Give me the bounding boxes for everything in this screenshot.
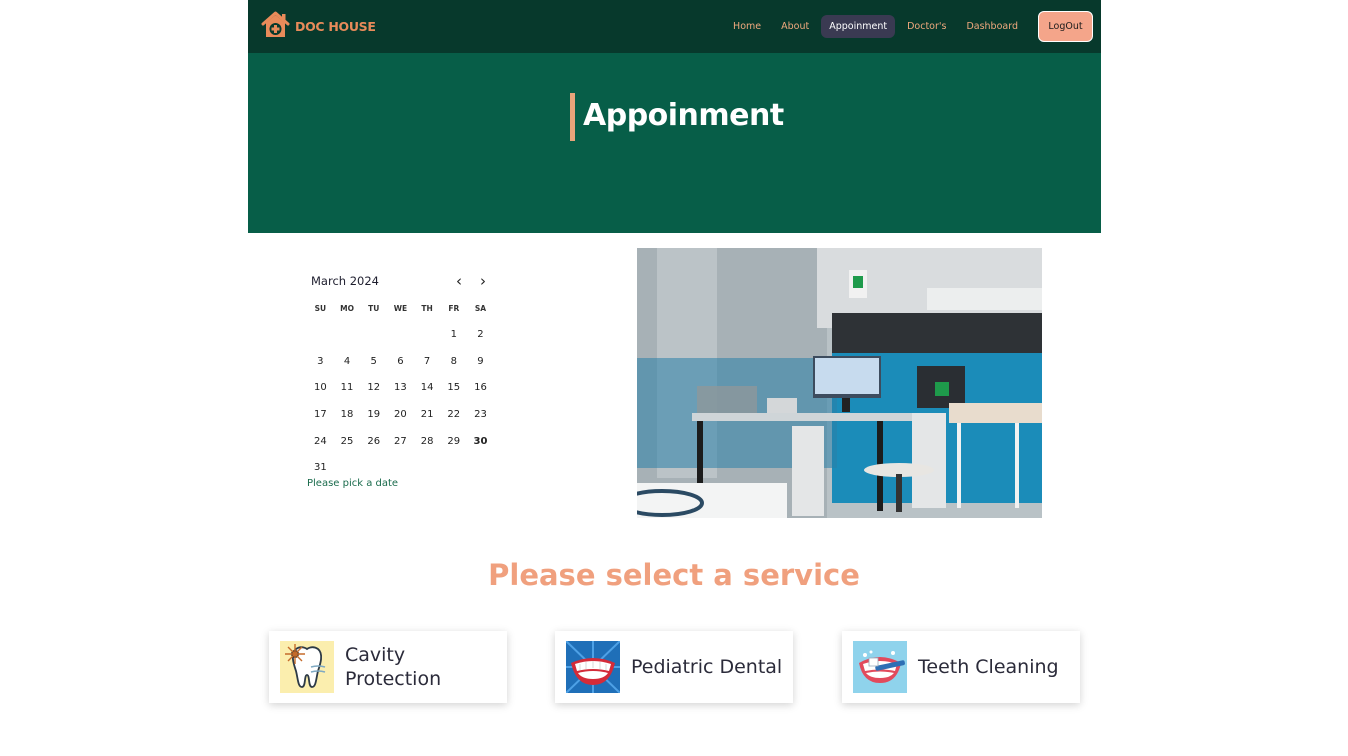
smile-icon: [565, 640, 621, 694]
page-title: Appoinment: [583, 98, 784, 133]
calendar-day[interactable]: 4: [334, 349, 361, 376]
calendar-day[interactable]: 6: [387, 349, 414, 376]
brand[interactable]: DOC HOUSE: [260, 11, 376, 43]
hero-banner: Appoinment: [248, 53, 1101, 233]
calendar-day[interactable]: 19: [360, 402, 387, 429]
service-name: Teeth Cleaning: [918, 656, 1059, 678]
calendar-month-label: March 2024: [311, 274, 379, 288]
calendar-day[interactable]: 9: [467, 349, 494, 376]
service-card-cavity-protection[interactable]: Cavity Protection: [269, 631, 507, 703]
calendar-day[interactable]: 5: [360, 349, 387, 376]
calendar-day[interactable]: 26: [360, 429, 387, 456]
calendar-day[interactable]: 8: [440, 349, 467, 376]
calendar-day[interactable]: 27: [387, 429, 414, 456]
calendar-day[interactable]: 16: [467, 375, 494, 402]
chevron-left-icon[interactable]: ‹: [451, 273, 467, 289]
calendar-header: March 2024 ‹ ›: [307, 268, 497, 294]
calendar-day[interactable]: 17: [307, 402, 334, 429]
logout-button[interactable]: LogOut: [1038, 11, 1093, 42]
hero-accent-bar: [570, 93, 575, 141]
calendar-empty-cell: [307, 322, 334, 349]
calendar-day[interactable]: 15: [440, 375, 467, 402]
date-picker: March 2024 ‹ › SU MO TU WE TH FR SA 1 2 3 4 5 6 7 8 9 10…: [307, 268, 497, 489]
calendar-day[interactable]: 10: [307, 375, 334, 402]
page-container: DOC HOUSE Home About Appoinment Doctor's…: [248, 0, 1101, 233]
calendar-weekday: FR: [448, 304, 460, 313]
services-heading: Please select a service: [488, 558, 860, 592]
calendar-day[interactable]: 20: [387, 402, 414, 429]
calendar-day[interactable]: 14: [414, 375, 441, 402]
calendar-day[interactable]: 1: [440, 322, 467, 349]
calendar-weekday: TH: [421, 304, 433, 313]
calendar-day[interactable]: 12: [360, 375, 387, 402]
calendar-empty-cell: [360, 322, 387, 349]
calendar-day[interactable]: 30: [467, 429, 494, 456]
brand-name: DOC HOUSE: [295, 19, 376, 34]
nav-link-dashboard[interactable]: Dashboard: [958, 15, 1026, 38]
calendar-day[interactable]: 11: [334, 375, 361, 402]
calendar-empty-cell: [334, 322, 361, 349]
calendar-grid: SU MO TU WE TH FR SA 1 2 3 4 5 6 7 8 9 10 11 12 13 14 15 16 17 1…: [307, 296, 497, 482]
calendar-day[interactable]: 21: [414, 402, 441, 429]
nav-link-appointment[interactable]: Appoinment: [821, 15, 896, 38]
calendar-nav: ‹ ›: [451, 273, 497, 289]
nav-link-about[interactable]: About: [773, 15, 817, 38]
service-card-teeth-cleaning[interactable]: Teeth Cleaning: [842, 631, 1080, 703]
calendar-day[interactable]: 22: [440, 402, 467, 429]
calendar-day[interactable]: 29: [440, 429, 467, 456]
calendar-day[interactable]: 3: [307, 349, 334, 376]
calendar-day[interactable]: 28: [414, 429, 441, 456]
calendar-weekday: TU: [368, 304, 380, 313]
service-card-pediatric-dental[interactable]: Pediatric Dental: [555, 631, 793, 703]
nav-links: Home About Appoinment Doctor's Dashboard…: [725, 11, 1093, 42]
calendar-day[interactable]: 2: [467, 322, 494, 349]
house-medical-icon: [260, 11, 291, 43]
calendar-day[interactable]: 7: [414, 349, 441, 376]
service-name: Pediatric Dental: [631, 656, 783, 678]
navbar: DOC HOUSE Home About Appoinment Doctor's…: [248, 0, 1101, 53]
calendar-empty-cell: [387, 322, 414, 349]
calendar-empty-cell: [414, 322, 441, 349]
calendar-weekday: WE: [393, 304, 408, 313]
tooth-icon: [280, 641, 334, 693]
calendar-day[interactable]: 23: [467, 402, 494, 429]
calendar-weekday: SA: [474, 304, 487, 313]
chevron-right-icon[interactable]: ›: [475, 273, 491, 289]
toothbrush-icon: [853, 641, 907, 693]
nav-link-doctors[interactable]: Doctor's: [899, 15, 954, 38]
clinic-photo: [637, 248, 1042, 518]
calendar-hint: Please pick a date: [307, 478, 399, 490]
calendar-day[interactable]: 18: [334, 402, 361, 429]
calendar-weekday: SU: [314, 304, 327, 313]
calendar-weekday: MO: [340, 304, 354, 313]
calendar-day[interactable]: 25: [334, 429, 361, 456]
calendar-day[interactable]: 24: [307, 429, 334, 456]
nav-link-home[interactable]: Home: [725, 15, 769, 38]
service-name: Cavity Protection: [345, 644, 442, 690]
calendar-day[interactable]: 13: [387, 375, 414, 402]
